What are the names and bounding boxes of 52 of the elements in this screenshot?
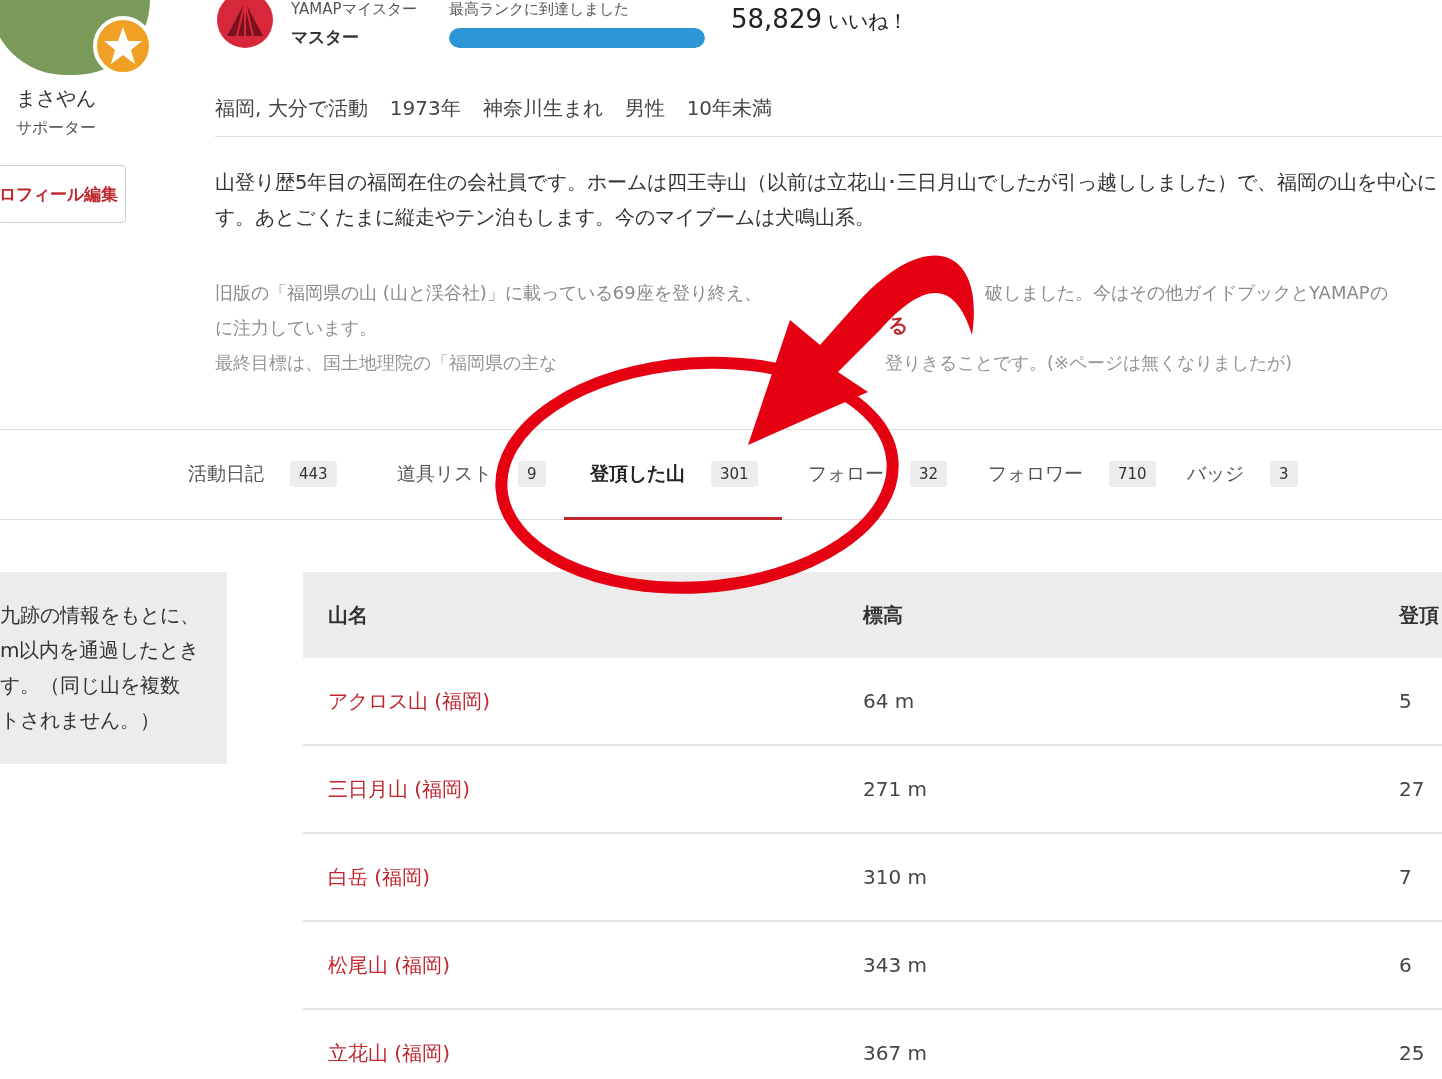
profile-fact: 男性	[624, 94, 665, 122]
table-cell-text: 7	[1399, 865, 1413, 889]
bio-text: 旧版の「福岡県の山 (山と渓谷社)」に載っている69座を登り終え、	[215, 281, 763, 305]
tab-count: 443	[290, 460, 337, 487]
tab-count: 9	[518, 460, 546, 487]
mountain-rank-icon	[215, 0, 275, 48]
info-note: 九跡の情報をもとに、 m以内を通過したとき す。（同じ山を複数 トされません。）	[0, 572, 227, 764]
table-cell-text: 310 m	[863, 865, 928, 889]
profile-tab[interactable]: 活動日記 443	[162, 430, 371, 520]
table-cell-text: 5	[1399, 689, 1413, 713]
rank-title: YAMAPマイスター	[291, 0, 418, 18]
tab-count: 3	[1270, 460, 1298, 487]
column-header: 登頂	[1399, 601, 1440, 629]
column-header: 標高	[863, 601, 904, 629]
profile-tab[interactable]: フォロー 32	[782, 430, 962, 520]
bio-text: 山登り歴5年目の福岡在住の会社員です。ホームは四王寺山（以前は立花山･三日月山でしたが引っ越ししました）で、福岡の山を中心に	[215, 170, 1439, 196]
tab-count: 301	[711, 460, 758, 487]
table-cell-text: 27	[1399, 777, 1426, 801]
profile-fact: 1973年	[389, 94, 461, 122]
bio-text: 破しました。今はその他ガイドブックとYAMAPの	[985, 281, 1389, 305]
profile-fact: 福岡, 大分で活動	[215, 94, 368, 122]
bio-text: に注力しています。	[215, 316, 378, 340]
mountain-link[interactable]: 松尾山 (福岡)	[328, 951, 450, 979]
profile-tab[interactable]: 道具リスト 9	[371, 430, 564, 520]
likes-count: 58,829	[731, 4, 822, 34]
column-header: 山名	[328, 601, 369, 629]
user-role: サポーター	[16, 118, 97, 139]
rank-message: 最高ランクに到達しました	[449, 0, 630, 18]
table-cell-text: 343 m	[863, 953, 928, 977]
mountain-link[interactable]: アクロス山 (福岡)	[328, 687, 490, 715]
profile-fact: 神奈川生まれ	[482, 94, 603, 122]
bio-text: 最終目標は、国土地理院の「福岡県の主な	[215, 351, 558, 375]
table-cell-text: 64 m	[863, 689, 916, 713]
table-cell-text: 367 m	[863, 1041, 928, 1065]
table-cell-text: 271 m	[863, 777, 928, 801]
mountain-link[interactable]: 三日月山 (福岡)	[328, 775, 470, 803]
tab-count: 710	[1109, 460, 1156, 487]
mountain-link[interactable]: 白岳 (福岡)	[328, 863, 430, 891]
profile-tab[interactable]: フォロワー 710	[962, 430, 1161, 520]
profile-tab[interactable]: バッジ 3	[1161, 430, 1321, 520]
mountain-link[interactable]: 立花山 (福岡)	[328, 1039, 450, 1067]
bio-text: 登りきることです。(※ページは無くなりましたが)	[885, 351, 1294, 375]
tab-count: 32	[910, 460, 948, 487]
profile-fact: 10年未満	[686, 94, 773, 122]
table-cell-text: 25	[1399, 1041, 1426, 1065]
likes-label: いいね！	[828, 8, 908, 35]
bio-text: す。あとごくたまに縦走やテン泊もします。今のマイブームは犬鳴山系。	[215, 205, 876, 231]
user-name: まさやん	[16, 85, 97, 112]
table-cell-text: 6	[1399, 953, 1413, 977]
edit-profile-button[interactable]: ロフィール編集	[0, 165, 126, 223]
more-link[interactable]: る	[888, 312, 908, 339]
rank-level: マスター	[291, 26, 360, 49]
